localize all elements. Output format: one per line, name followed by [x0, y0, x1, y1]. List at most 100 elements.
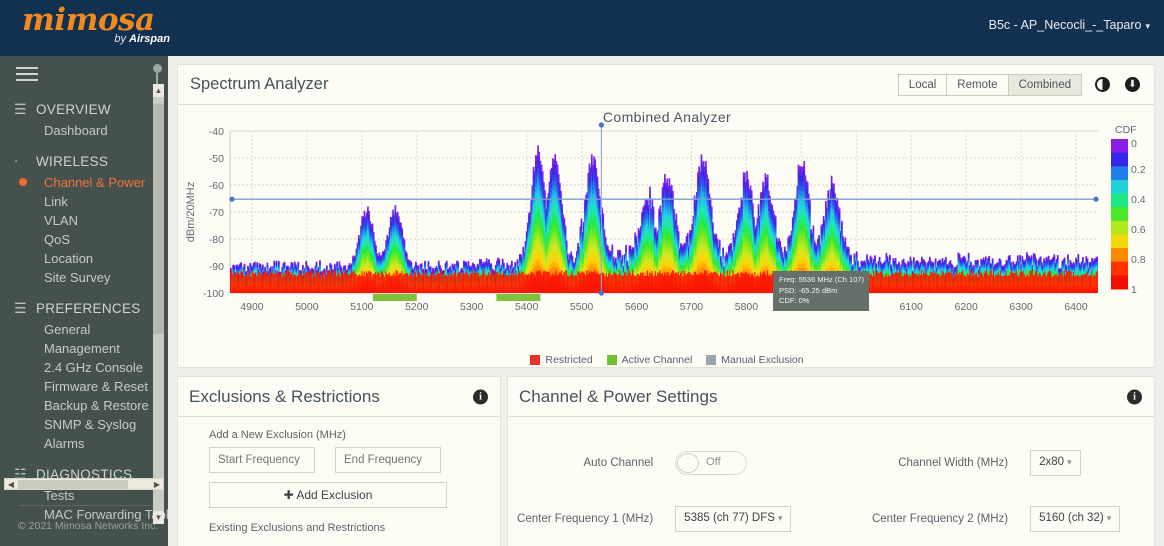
svg-text:-60: -60 [209, 180, 224, 192]
auto-channel-toggle[interactable]: Off [675, 451, 747, 475]
center-frequency-2-value: 5160 (ch 32) [1039, 512, 1104, 524]
legend-item-manual-exclusion: Manual Exclusion [706, 354, 803, 366]
wireless-icon: ᐧ [14, 153, 36, 170]
sidebar-item-wrap: Channel & Power [0, 173, 168, 192]
sidebar-group-header-wireless[interactable]: ᐧ WIRELESS [0, 150, 168, 173]
scroll-thumb[interactable] [153, 104, 164, 334]
top-header-bar: mimosa by Airspan B5c - AP_Necocli_-_Tap… [0, 0, 1164, 56]
svg-text:5800: 5800 [735, 301, 759, 313]
end-frequency-input[interactable] [335, 447, 441, 473]
svg-text:5900: 5900 [790, 301, 814, 313]
svg-text:dBm/20MHz: dBm/20MHz [185, 182, 197, 243]
scroll-left-icon[interactable]: ◀ [5, 479, 17, 489]
channel-width-label: Channel Width (MHz) [828, 457, 1008, 469]
sidebar-item-location[interactable]: Location [0, 249, 168, 268]
toggle-knob [677, 453, 699, 473]
sidebar-item-site-survey[interactable]: Site Survey [0, 268, 168, 287]
sidebar-horizontal-scrollbar[interactable]: ◀ ▶ [4, 478, 164, 490]
sidebar-item-wrap: 2.4 GHz Console [0, 358, 168, 377]
scroll-up-icon[interactable]: ▲ [153, 84, 164, 97]
scroll-right-icon[interactable]: ▶ [151, 479, 163, 489]
start-frequency-input[interactable] [209, 447, 315, 473]
sidebar-group-header-overview[interactable]: ☰ OVERVIEW [0, 98, 168, 121]
chevron-down-icon: ▾ [1107, 513, 1112, 523]
sidebar-item-qos[interactable]: QoS [0, 230, 168, 249]
overview-icon: ☰ [14, 101, 36, 118]
sidebar-nav: ☰ OVERVIEW Dashboard ᐧ WIRELESS Channel & Pow… [0, 88, 168, 528]
info-icon[interactable]: i [1127, 389, 1142, 404]
center-frequency-1-control: 5385 (ch 77) DFS ▾ [653, 506, 828, 532]
sidebar-item-firmware-reset[interactable]: Firmware & Reset [0, 377, 168, 396]
add-exclusion-label: Add a New Exclusion (MHz) [209, 429, 500, 441]
sidebar-item-vlan[interactable]: VLAN [0, 211, 168, 230]
legend-label-active-channel: Active Channel [622, 354, 693, 366]
menu-icon[interactable] [16, 67, 38, 83]
center-frequency-1-value: 5385 (ch 77) DFS [684, 512, 775, 524]
main-content: Spectrum Analyzer Local Remote Combined … [168, 56, 1164, 546]
sidebar-item-wrap: Management [0, 339, 168, 358]
sidebar-group-diagnostics: ☳DIAGNOSTICSTestsMAC Forwarding TableLog… [0, 463, 168, 528]
legend-item-restricted: Restricted [530, 354, 592, 366]
spectrum-plot-svg[interactable]: -40-50-60-70-80-90-1004900 5000 5100 5200 53… [178, 105, 1156, 350]
sidebar-item-backup-restore[interactable]: Backup & Restore [0, 396, 168, 415]
auto-channel-label: Auto Channel [508, 457, 653, 469]
sidebar-group-wireless: ᐧ WIRELESS Channel & Power Link VLAN QoS Locat… [0, 150, 168, 287]
sidebar-item-alarms[interactable]: Alarms [0, 434, 168, 453]
exclusions-header: Exclusions & Restrictions i [178, 377, 500, 417]
logo-wordmark: mimosa [22, 4, 172, 36]
spectrum-chart: Combined Analyzer -40 -50 -60 -70 -80 -90 -100… [178, 105, 1156, 368]
channel-width-control: 2x80 ▾ [1008, 450, 1154, 476]
active-indicator-dot [19, 178, 27, 186]
plus-icon: ✚ [284, 488, 294, 502]
info-icon[interactable]: i [473, 389, 488, 404]
sidebar-item-general[interactable]: General [0, 320, 168, 339]
sidebar-item-management[interactable]: Management [0, 339, 168, 358]
sidebar-vertical-scrollbar[interactable]: ▲ ▼ [153, 84, 164, 524]
sidebar-item-wrap: General [0, 320, 168, 339]
svg-text:-90: -90 [209, 261, 224, 273]
chevron-down-icon: ▾ [1145, 21, 1150, 31]
account-menu[interactable]: B5c - AP_Necocli_-_Taparo ▾ [989, 18, 1150, 32]
exclusions-card: Exclusions & Restrictions i Add a New Ex… [177, 376, 501, 546]
sidebar-item-dashboard[interactable]: Dashboard [0, 121, 168, 140]
legend-swatch-restricted [530, 355, 540, 365]
mode-button-local[interactable]: Local [898, 74, 947, 96]
svg-text:6300: 6300 [1009, 301, 1033, 313]
legend-label-restricted: Restricted [545, 354, 592, 366]
mode-button-remote[interactable]: Remote [946, 74, 1007, 96]
svg-text:5700: 5700 [680, 301, 704, 313]
add-exclusion-label-text: Add Exclusion [296, 488, 372, 502]
sidebar-item-wrap: Alarms [0, 434, 168, 453]
svg-text:-70: -70 [209, 207, 224, 219]
settings-row-1: Auto Channel Off Channel Width (MHz) 2x8… [508, 435, 1154, 491]
svg-text:5500: 5500 [570, 301, 594, 313]
center-frequency-1-select[interactable]: 5385 (ch 77) DFS ▾ [675, 506, 791, 532]
svg-text:5000: 5000 [295, 301, 319, 313]
channel-power-settings-card: Channel & Power Settings i Auto Channel … [507, 376, 1155, 546]
sidebar-item-wrap: QoS [0, 230, 168, 249]
mode-button-combined[interactable]: Combined [1008, 74, 1082, 96]
sidebar-item-wrap: Backup & Restore [0, 396, 168, 415]
sidebar-group-label: OVERVIEW [36, 102, 111, 117]
exclusions-title: Exclusions & Restrictions [178, 387, 380, 407]
app-root: mimosa by Airspan B5c - AP_Necocli_-_Tap… [0, 0, 1164, 546]
center-frequency-2-label: Center Frequency 2 (MHz) [828, 513, 1008, 525]
svg-text:5600: 5600 [625, 301, 649, 313]
sidebar-item-2-4-ghz-console[interactable]: 2.4 GHz Console [0, 358, 168, 377]
scroll-thumb-horizontal[interactable] [18, 480, 128, 489]
download-icon[interactable]: ⬇ [1125, 77, 1140, 92]
center-frequency-2-select[interactable]: 5160 (ch 32) ▾ [1030, 506, 1120, 532]
sidebar-item-snmp-syslog[interactable]: SNMP & Syslog [0, 415, 168, 434]
add-exclusion-button[interactable]: ✚ Add Exclusion [209, 482, 447, 508]
sidebar-item-wrap: Location [0, 249, 168, 268]
sidebar-item-wrap: VLAN [0, 211, 168, 230]
channel-width-select[interactable]: 2x80 ▾ [1030, 450, 1080, 476]
channel-width-value: 2x80 [1039, 456, 1064, 468]
mimosa-logo[interactable]: mimosa by Airspan [22, 4, 172, 54]
contrast-icon[interactable] [1095, 77, 1110, 92]
pin-sidebar-icon[interactable] [150, 64, 164, 84]
svg-text:6000: 6000 [845, 301, 869, 313]
sidebar-group-header-preferences[interactable]: ☰ PREFERENCES [0, 297, 168, 320]
page-title: Spectrum Analyzer [178, 75, 328, 94]
sidebar-item-link[interactable]: Link [0, 192, 168, 211]
